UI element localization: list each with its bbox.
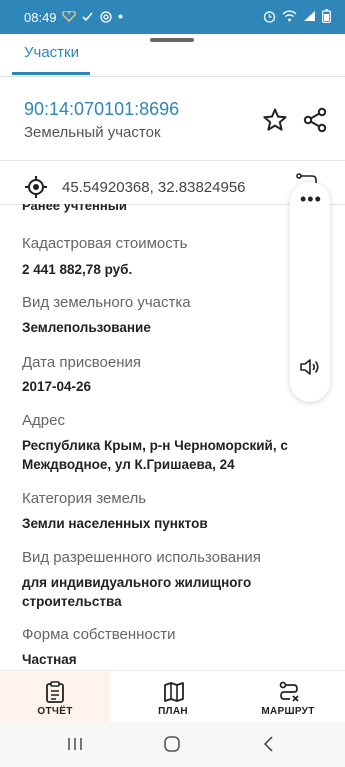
field-value-parcel-kind: Землепользование <box>22 320 151 335</box>
nav-plan-button[interactable]: ПЛАН <box>118 671 228 723</box>
nav-report-button[interactable]: ОТЧЁТ <box>0 671 110 723</box>
tab-indicator <box>12 72 90 75</box>
sheet-drag-handle[interactable] <box>150 38 194 42</box>
status-bar: 08:49 <box>0 0 345 34</box>
location-target-icon[interactable] <box>24 175 48 199</box>
signal-icon <box>304 11 315 21</box>
check-icon <box>82 12 93 22</box>
at-icon <box>100 11 112 23</box>
cut-off-value: Ранее учтенный <box>22 204 127 213</box>
nav-plan-label: ПЛАН <box>158 706 188 717</box>
back-icon[interactable] <box>262 735 276 753</box>
report-clipboard-icon <box>46 681 64 703</box>
notification-icons <box>62 9 123 23</box>
speaker-icon[interactable] <box>298 356 322 378</box>
divider <box>0 76 345 77</box>
field-label-cadastral-cost: Кадастровая стоимость <box>22 235 188 252</box>
floating-side-panel: ••• <box>290 182 330 402</box>
coordinates-text[interactable]: 45.54920368, 32.83824956 <box>62 179 246 196</box>
field-label-land-category: Категория земель <box>22 490 147 507</box>
field-label-ownership: Форма собственности <box>22 626 176 643</box>
dot-icon <box>118 14 123 19</box>
cadastral-number[interactable]: 90:14:070101:8696 <box>24 99 179 120</box>
route-icon <box>279 681 299 702</box>
field-label-parcel-kind: Вид земельного участка <box>22 294 191 311</box>
wifi-icon <box>282 10 297 22</box>
nav-route-button[interactable]: МАРШРУТ <box>233 671 343 723</box>
bottom-nav: ОТЧЁТ ПЛАН МАРШРУТ <box>0 670 345 723</box>
field-value-ownership: Частная <box>22 652 77 667</box>
status-time: 08:49 <box>24 10 57 25</box>
system-icons <box>263 9 331 23</box>
field-value-land-category: Земли населенных пунктов <box>22 516 208 531</box>
more-options-icon[interactable]: ••• <box>300 190 322 208</box>
object-type: Земельный участок <box>24 124 161 141</box>
map-icon <box>164 682 184 702</box>
alarm-icon <box>263 10 276 23</box>
share-icon[interactable] <box>302 107 328 133</box>
tab-parcels[interactable]: Участки <box>24 44 79 61</box>
divider <box>0 160 345 161</box>
field-value-permitted-use: для индивидуального жилищного строительс… <box>22 575 252 609</box>
field-label-permitted-use: Вид разрешенного использования <box>22 549 261 566</box>
favorite-star-icon[interactable] <box>262 107 288 133</box>
field-value-cadastral-cost: 2 441 882,78 руб. <box>22 262 133 277</box>
system-nav-bar <box>0 722 345 767</box>
battery-icon <box>322 9 331 23</box>
recent-apps-icon[interactable] <box>66 736 84 752</box>
field-value-address: Республика Крым, р-н Черноморский, с Меж… <box>22 438 288 472</box>
heart-rate-icon <box>62 10 76 23</box>
home-icon[interactable] <box>163 735 181 753</box>
nav-route-label: МАРШРУТ <box>261 706 315 717</box>
field-label-address: Адрес <box>22 412 65 429</box>
field-label-assign-date: Дата присвоения <box>22 354 141 371</box>
field-value-assign-date: 2017-04-26 <box>22 379 92 394</box>
nav-report-label: ОТЧЁТ <box>37 706 73 717</box>
